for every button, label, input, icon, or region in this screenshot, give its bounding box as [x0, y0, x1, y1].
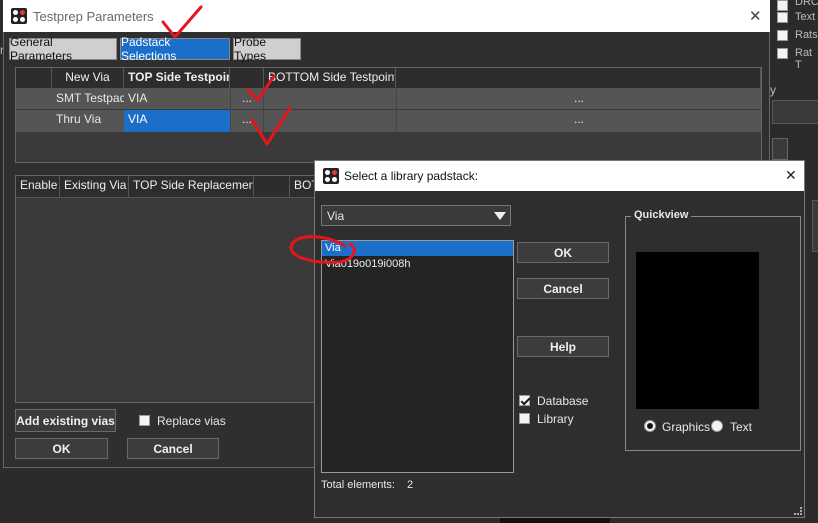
text-label: Text [795, 11, 816, 23]
row-top-value[interactable]: VIA [124, 89, 230, 110]
top-browse-button[interactable]: ... [230, 110, 264, 132]
column-header-bottom-testpoint: BOTTOM Side Testpoint [264, 68, 396, 89]
replace-vias-checkbox[interactable] [139, 415, 150, 426]
graphics-label: Graphics [662, 420, 711, 434]
close-icon[interactable]: ✕ [749, 7, 762, 25]
row-name: Thru Via [56, 112, 102, 126]
column-header-blank [230, 68, 264, 89]
text-label: Text [730, 420, 753, 434]
bottom-browse-button[interactable]: ... [396, 89, 761, 110]
drc-label: DRC [795, 0, 818, 8]
background-button[interactable] [772, 138, 788, 160]
database-label: Database [537, 394, 589, 408]
list-item-selected[interactable]: Via [322, 241, 513, 256]
add-existing-vias-button[interactable]: Add existing vias [15, 409, 116, 432]
rat-t-checkbox[interactable] [777, 48, 788, 59]
resize-grip-icon[interactable] [794, 507, 802, 515]
tab-probe-types[interactable]: Probe Types [233, 35, 301, 63]
ok-button[interactable]: OK [15, 438, 108, 459]
total-elements-value: 2 [407, 479, 414, 491]
cancel-button[interactable]: Cancel [517, 278, 609, 299]
text-radio[interactable] [711, 420, 723, 432]
ok-button[interactable]: OK [517, 242, 609, 263]
quickview-canvas [636, 252, 759, 409]
bottom-browse-button[interactable]: ... [396, 110, 761, 132]
side-letter: y [770, 83, 776, 97]
tab-label: Probe Types [234, 35, 267, 63]
column-header-top-replacement: TOP Side Replacement [129, 176, 254, 198]
list-item[interactable]: Via019o019i008h [322, 257, 513, 272]
padstack-list[interactable] [321, 240, 514, 473]
testprep-title: Testprep Parameters [33, 9, 154, 24]
rats-checkbox[interactable] [777, 30, 788, 41]
column-header-top-testpoint: TOP Side Testpoint [124, 68, 230, 89]
library-label: Library [537, 412, 574, 426]
database-checkbox[interactable] [519, 395, 530, 406]
app-logo-icon [323, 168, 339, 184]
library-titlebar[interactable]: Select a library padstack: ✕ [315, 161, 804, 191]
padstack-type-dropdown[interactable]: Via [321, 205, 511, 226]
testprep-titlebar[interactable]: Testprep Parameters ✕ [3, 0, 770, 32]
row-name: SMT Testpad [56, 91, 124, 105]
column-header-new-via: New Via [52, 68, 124, 89]
drc-checkbox[interactable] [777, 0, 788, 11]
tab-label: General Parameters [10, 35, 73, 63]
background-scroll[interactable] [812, 200, 818, 252]
text-checkbox[interactable] [777, 12, 788, 23]
background-field[interactable] [772, 100, 818, 124]
close-icon[interactable]: ✕ [785, 167, 797, 184]
tab-padstack-selections[interactable]: Padstack Selections [120, 35, 230, 63]
rat-t-label: Rat T [795, 47, 813, 71]
chevron-down-icon [494, 212, 506, 220]
app-logo-icon [11, 8, 27, 24]
replace-vias-label: Replace vias [157, 414, 226, 428]
top-browse-button[interactable]: ... [230, 89, 264, 110]
cancel-button[interactable]: Cancel [127, 438, 219, 459]
replace-table [15, 175, 315, 403]
row-top-value-selected[interactable]: VIA [124, 110, 230, 132]
help-button[interactable]: Help [517, 336, 609, 357]
column-header-existing-via: Existing Via [60, 176, 129, 198]
tab-label: Padstack Selections [121, 35, 177, 63]
column-header-enable: Enable [16, 176, 60, 198]
rats-label: Rats [795, 29, 818, 41]
dropdown-value: Via [327, 209, 345, 223]
quickview-label: Quickview [631, 209, 692, 221]
column-header-filler [396, 68, 761, 89]
library-title: Select a library padstack: [344, 169, 479, 183]
column-header-blank [254, 176, 290, 198]
tab-general-parameters[interactable]: General Parameters [9, 35, 117, 63]
library-checkbox[interactable] [519, 413, 530, 424]
graphics-radio[interactable] [644, 420, 656, 432]
via-table-corner [16, 68, 52, 89]
total-elements-label: Total elements: [321, 479, 395, 491]
column-header-bottom-replacement: BOT [290, 176, 315, 198]
